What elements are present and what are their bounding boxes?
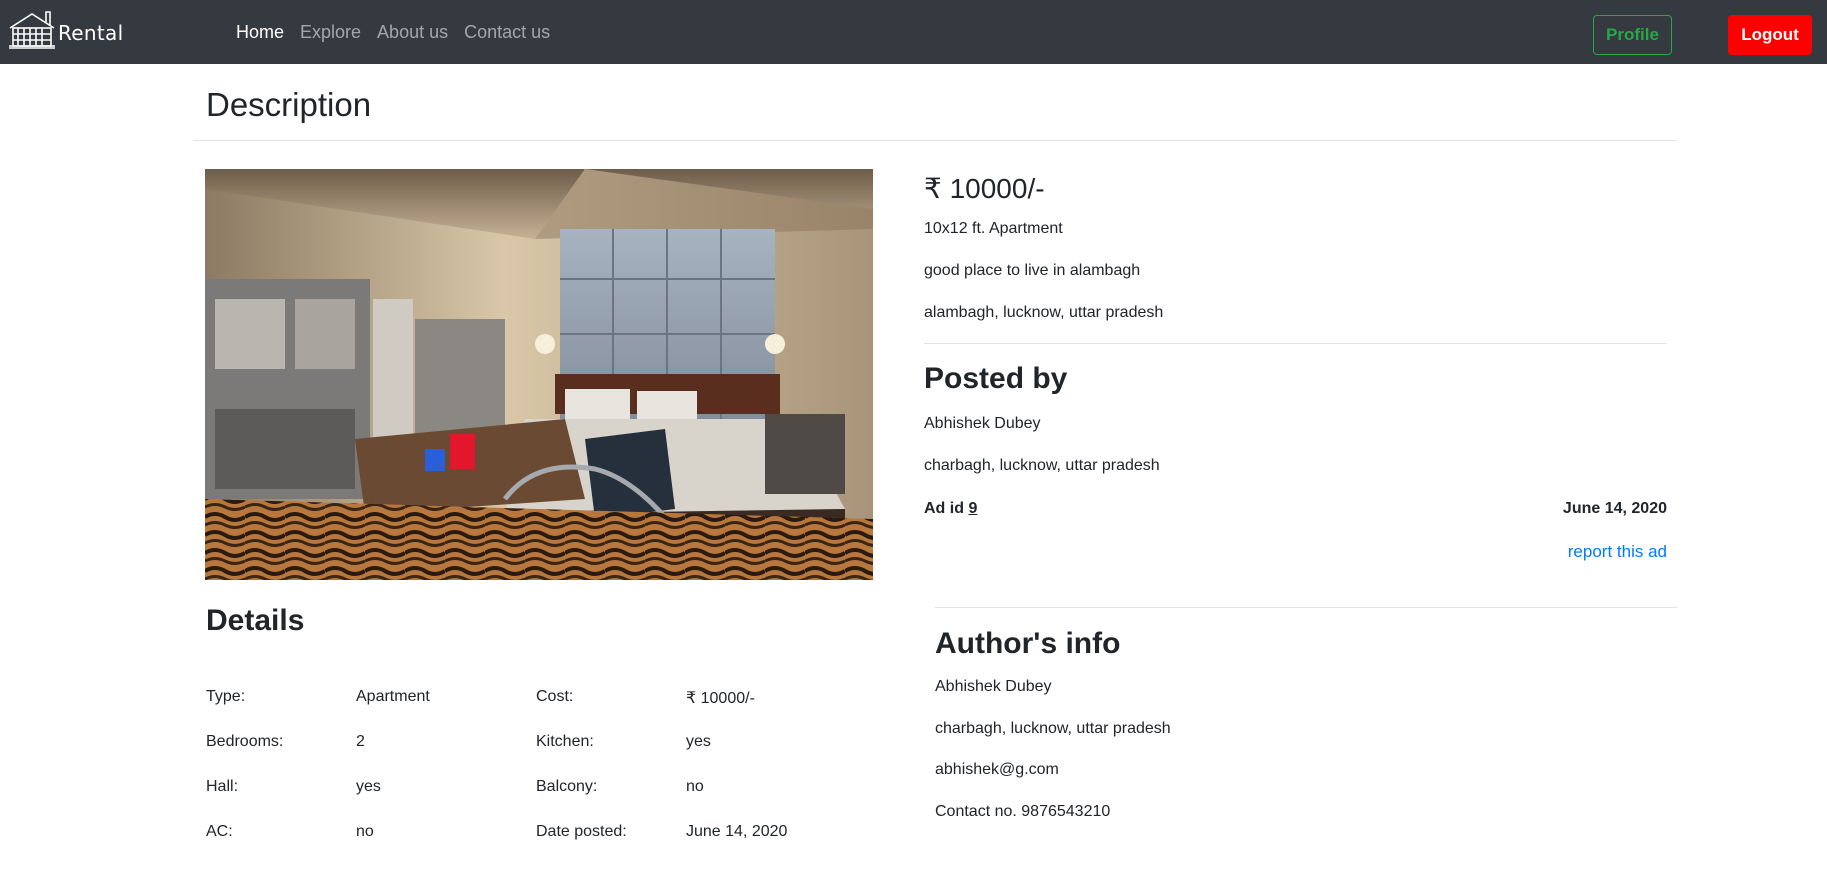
title-divider — [194, 140, 1677, 141]
bedroom-photo-image — [205, 169, 873, 580]
ad-id: Ad id 9 — [924, 500, 977, 518]
posted-by-heading: Posted by — [924, 362, 1068, 395]
detail-value: 2 — [356, 733, 365, 750]
brand-name: Rental — [58, 21, 124, 45]
detail-label: Date posted: — [536, 823, 627, 840]
detail-label: Type: — [206, 688, 246, 705]
report-ad-link[interactable]: report this ad — [1568, 542, 1667, 562]
house-logo-icon — [9, 11, 55, 49]
listing-price: ₹ 10000/- — [924, 173, 1045, 204]
details-heading: Details — [206, 604, 305, 637]
listing-photo — [205, 169, 873, 580]
profile-button[interactable]: Profile — [1593, 15, 1672, 55]
detail-value: yes — [356, 778, 381, 795]
detail-label: Kitchen: — [536, 733, 594, 750]
detail-label: Bedrooms: — [206, 733, 284, 750]
detail-value: Apartment — [356, 688, 430, 705]
detail-label: Hall: — [206, 778, 239, 795]
nav-link-about-us[interactable]: About us — [377, 22, 448, 43]
author-address: charbagh, lucknow, uttar pradesh — [935, 720, 1171, 737]
detail-value: yes — [686, 733, 711, 750]
author-info-heading: Author's info — [935, 627, 1121, 660]
author-email: abhishek@g.com — [935, 761, 1059, 778]
author-divider — [935, 607, 1677, 608]
ad-id-label: Ad id — [924, 500, 964, 517]
navbar: Rental Home Explore About us Contact us … — [0, 0, 1827, 64]
logout-button[interactable]: Logout — [1728, 15, 1812, 55]
ad-id-number[interactable]: 9 — [968, 500, 977, 517]
author-name: Abhishek Dubey — [935, 678, 1052, 695]
poster-address: charbagh, lucknow, uttar pradesh — [924, 457, 1160, 474]
detail-value: ₹ 10000/- — [686, 690, 755, 707]
detail-label: Cost: — [536, 688, 574, 705]
detail-value: no — [356, 823, 374, 840]
nav-link-contact-us[interactable]: Contact us — [464, 22, 550, 43]
ad-date: June 14, 2020 — [1562, 500, 1667, 517]
page-title: Description — [206, 86, 372, 123]
brand-link[interactable]: Rental — [8, 8, 123, 50]
poster-name: Abhishek Dubey — [924, 415, 1041, 432]
info-divider — [924, 343, 1667, 344]
listing-description: good place to live in alambagh — [924, 262, 1141, 279]
nav-link-explore[interactable]: Explore — [300, 22, 361, 43]
detail-value: June 14, 2020 — [686, 823, 788, 840]
detail-label: Balcony: — [536, 778, 598, 795]
detail-label: AC: — [206, 823, 233, 840]
main-nav: Home Explore About us Contact us — [236, 22, 566, 43]
author-contact: Contact no. 9876543210 — [935, 803, 1111, 820]
listing-size: 10x12 ft. Apartment — [924, 220, 1063, 237]
nav-link-home[interactable]: Home — [236, 22, 284, 43]
detail-value: no — [686, 778, 704, 795]
listing-address: alambagh, lucknow, uttar pradesh — [924, 304, 1164, 321]
